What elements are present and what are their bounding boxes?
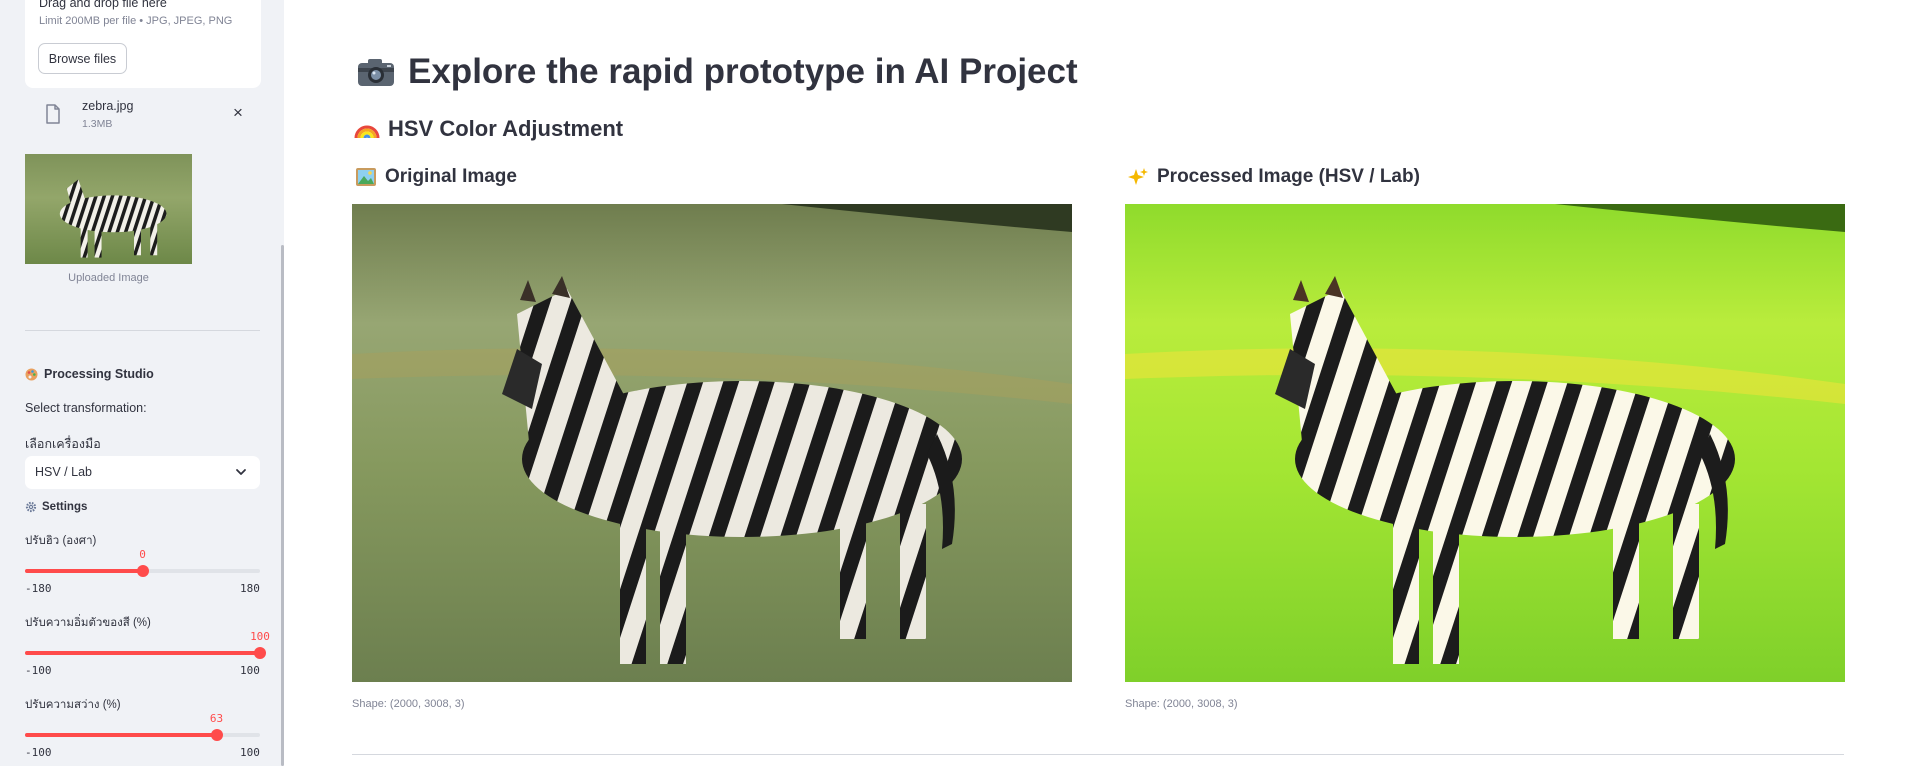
brightness-slider-label: ปรับความสว่าง (%) [25, 699, 121, 711]
select-transformation-label: Select transformation: [25, 401, 147, 415]
zebra-thumbnail-image [25, 154, 192, 264]
file-icon [46, 104, 60, 124]
rainbow-icon [354, 125, 380, 139]
hue-slider-min: -180 [25, 582, 52, 595]
slider-fill [25, 733, 217, 737]
brightness-slider-max: 100 [240, 746, 260, 759]
sidebar: Drag and drop file here Limit 200MB per … [0, 0, 284, 766]
sidebar-scrollbar[interactable] [281, 245, 284, 766]
processed-image-title: Processed Image (HSV / Lab) [1157, 166, 1420, 187]
section-title-text: HSV Color Adjustment [388, 116, 624, 141]
content-divider [352, 754, 1844, 755]
tool-select-label: เลือกเครื่องมือ [25, 437, 101, 451]
brightness-slider-min: -100 [25, 746, 52, 759]
saturation-slider-max: 100 [240, 664, 260, 677]
sidebar-divider [25, 330, 260, 331]
processed-shape-caption: Shape: (2000, 3008, 3) [1125, 698, 1238, 710]
browse-files-button[interactable]: Browse files [38, 43, 127, 74]
camera-icon [358, 59, 394, 86]
settings-heading: Settings [25, 501, 87, 513]
page-title-text: Explore the rapid prototype in AI Projec… [408, 52, 1078, 91]
drag-drop-text: Drag and drop file here [39, 0, 167, 10]
hue-slider-value: 0 [139, 548, 146, 561]
saturation-slider-label: ปรับความอิ่มตัวของสี (%) [25, 617, 151, 629]
original-image-heading: Original Image [355, 166, 517, 188]
gear-icon [25, 501, 37, 513]
hue-slider[interactable]: 0 [25, 548, 260, 577]
hue-slider-max: 180 [240, 582, 260, 595]
tool-selectbox[interactable]: HSV / Lab [25, 456, 260, 489]
page-title: Explore the rapid prototype in AI Projec… [356, 52, 1078, 92]
slider-fill [25, 651, 260, 655]
processing-studio-heading: Processing Studio [25, 367, 154, 381]
processed-zebra-image [1125, 204, 1845, 682]
uploaded-file-item: zebra.jpg 1.3MB × [25, 96, 261, 136]
saturation-slider[interactable]: 100 [25, 630, 270, 659]
saturation-slider-value: 100 [250, 630, 270, 643]
brightness-slider-value: 63 [209, 712, 224, 725]
slider-thumb[interactable] [254, 647, 266, 659]
slider-thumb[interactable] [210, 729, 223, 741]
processed-image-heading: Processed Image (HSV / Lab) [1127, 166, 1420, 188]
original-shape-caption: Shape: (2000, 3008, 3) [352, 698, 465, 710]
chevron-down-icon [236, 469, 246, 475]
close-icon[interactable]: × [227, 102, 249, 124]
uploaded-image-thumbnail [25, 154, 192, 264]
slider-fill [25, 569, 143, 573]
palette-icon [25, 368, 38, 380]
file-uploader-dropzone[interactable]: Drag and drop file here Limit 200MB per … [25, 0, 261, 88]
file-size: 1.3MB [82, 118, 113, 130]
file-name: zebra.jpg [82, 99, 134, 113]
original-image [352, 204, 1072, 682]
picture-icon [356, 168, 376, 186]
sparkles-icon [1128, 168, 1148, 185]
hue-slider-label: ปรับฮิว (องศา) [25, 535, 97, 547]
slider-thumb[interactable] [136, 565, 149, 577]
processed-image [1125, 204, 1845, 682]
tool-select-value: HSV / Lab [35, 465, 92, 479]
original-image-title: Original Image [385, 166, 517, 187]
original-zebra-image [352, 204, 1072, 682]
upload-limit-text: Limit 200MB per file • JPG, JPEG, PNG [39, 15, 233, 27]
processing-studio-label: Processing Studio [44, 367, 154, 381]
brightness-slider[interactable]: 63 [25, 712, 260, 741]
section-title: HSV Color Adjustment [354, 116, 623, 142]
thumbnail-caption: Uploaded Image [68, 272, 149, 284]
settings-label: Settings [42, 501, 88, 513]
saturation-slider-min: -100 [25, 664, 52, 677]
